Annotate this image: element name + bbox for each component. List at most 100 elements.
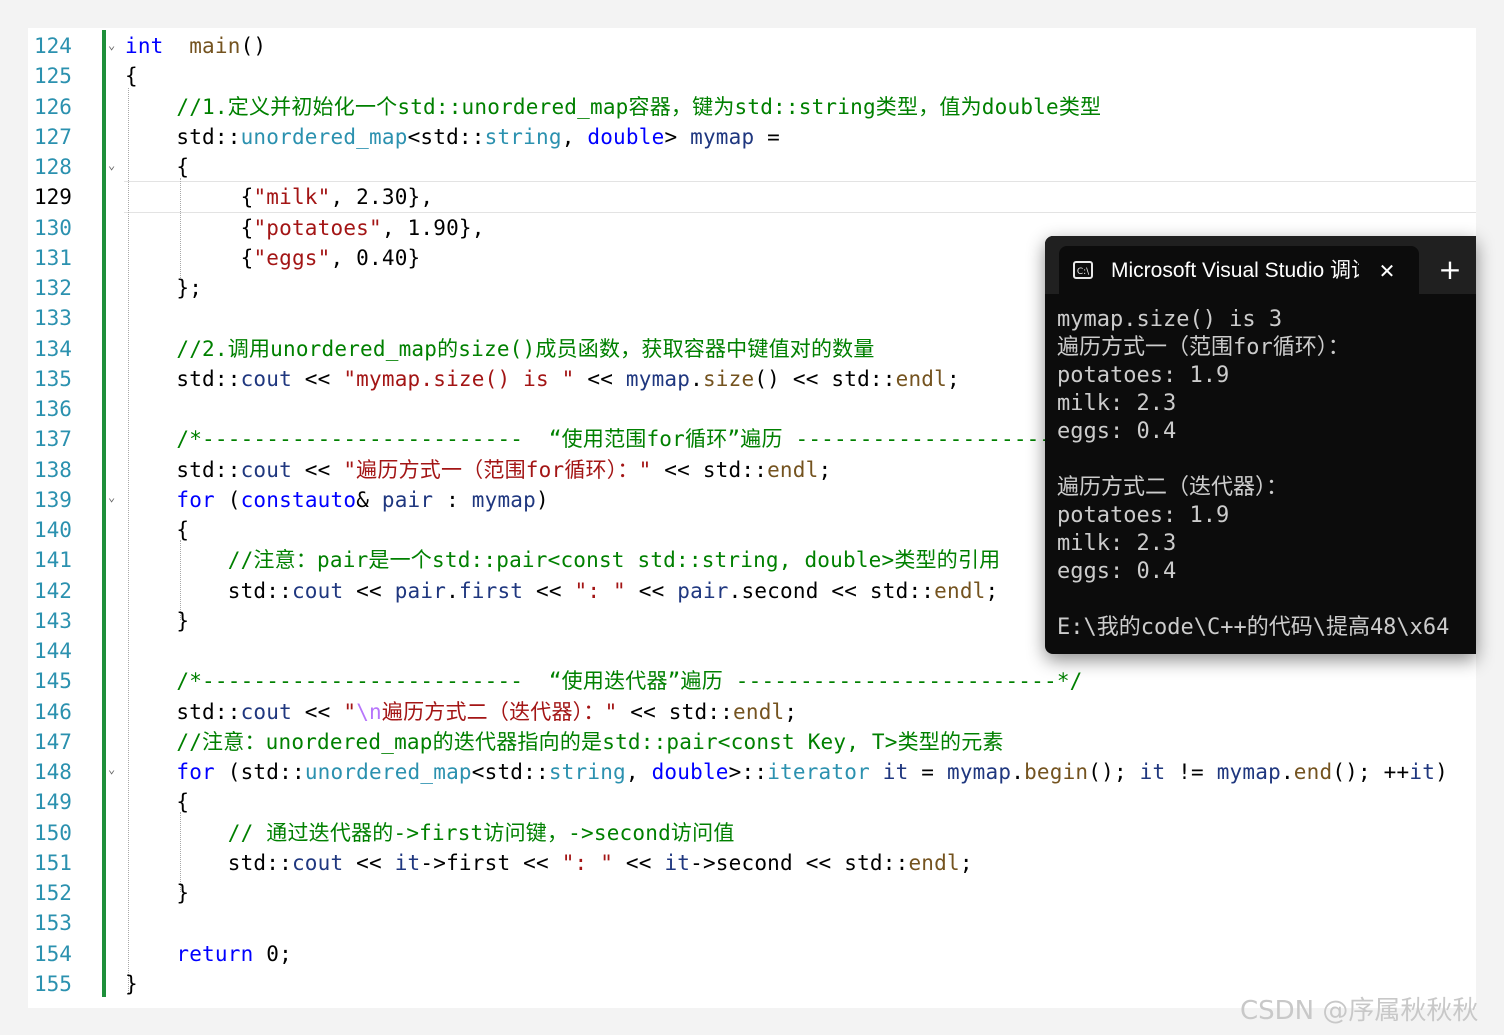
code-line[interactable]: } <box>125 878 189 908</box>
fold-chevron-icon[interactable]: ⌄ <box>108 30 120 60</box>
code-token: ) <box>1435 760 1448 784</box>
code-token: main <box>189 34 241 58</box>
fold-chevron-icon[interactable]: ⌄ <box>108 482 120 512</box>
line-number: 142 <box>34 578 72 603</box>
code-token: = <box>754 124 781 149</box>
code-token: } <box>125 608 190 633</box>
code-token: ; <box>985 578 999 603</box>
code-token: << <box>523 578 575 603</box>
fold-chevron-icon[interactable]: ⌄ <box>108 754 120 784</box>
line-number: 154 <box>34 941 72 966</box>
code-line[interactable]: // 通过迭代器的->first访问键，->second访问值 <box>125 818 735 848</box>
code-token: mymap <box>625 366 691 391</box>
code-token: { <box>125 64 138 89</box>
console-titlebar: C:\ Microsoft Visual Studio 调试控制台 ✕ + <box>1045 236 1476 294</box>
code-token: std:: <box>125 124 241 149</box>
line-number: 141 <box>34 548 72 573</box>
code-token: endl <box>908 850 960 875</box>
code-token: (std:: <box>214 760 305 784</box>
code-token: ; <box>947 366 960 391</box>
debug-console-window[interactable]: C:\ Microsoft Visual Studio 调试控制台 ✕ + my… <box>1045 236 1476 654</box>
code-token: cout <box>291 850 344 875</box>
code-line[interactable]: std::cout << pair.first << ": " << pair.… <box>125 576 998 606</box>
console-output-line: 遍历方式一（范围for循环）： <box>1057 335 1350 360</box>
line-number: 129 <box>34 185 72 210</box>
code-line[interactable]: return 0; <box>125 939 292 969</box>
code-line[interactable]: //注意：pair是一个std::pair<const std::string,… <box>125 545 1000 575</box>
code-token: { <box>125 245 254 270</box>
line-number: 124 <box>34 34 72 58</box>
code-line[interactable]: { <box>125 787 189 817</box>
console-output-line: potatoes: 1.9 <box>1057 363 1230 388</box>
code-line[interactable]: int main() <box>125 31 266 61</box>
code-token: . <box>1280 760 1294 784</box>
line-number-gutter: 124 125 126 127 128 129 130 131 132 133 134 135 136 1… <box>28 28 100 1008</box>
code-token: () << std:: <box>754 366 896 391</box>
code-token: /*------------------------- “使用范围for循环”遍… <box>176 427 1143 452</box>
code-token: std:: <box>125 578 292 603</box>
code-line[interactable]: std::cout << "遍历方式一（范围for循环）：" << std::e… <box>125 455 831 485</box>
code-token: "eggs" <box>253 245 331 270</box>
line-number: 146 <box>34 699 72 724</box>
code-token: endl <box>767 457 819 482</box>
line-number: 125 <box>34 64 72 89</box>
code-line[interactable]: /*------------------------- “使用范围for循环”遍… <box>125 424 1142 454</box>
line-number: 151 <box>34 850 72 875</box>
line-number: 132 <box>34 276 72 300</box>
code-line[interactable]: { <box>125 152 189 182</box>
code-token: << std:: <box>651 457 768 482</box>
code-token: . <box>690 366 703 391</box>
code-line[interactable]: //2.调用unordered_map的size()成员函数，获取容器中键值对的… <box>125 334 875 364</box>
console-output-line: eggs: 0.4 <box>1057 419 1177 444</box>
code-line[interactable]: {"potatoes", 1.90}, <box>125 213 485 243</box>
close-tab-button[interactable]: ✕ <box>1375 256 1399 286</box>
code-token: << std:: <box>617 699 734 724</box>
code-line[interactable]: //1.定义并初始化一个std::unordered_map容器，键为std::… <box>125 92 1101 122</box>
code-token: auto <box>304 487 357 512</box>
code-line[interactable]: /*------------------------- “使用迭代器”遍历 --… <box>125 666 1083 696</box>
code-token: endl <box>895 366 947 391</box>
code-token: //注意：pair是一个std::pair<const std::string,… <box>227 548 1001 573</box>
code-line[interactable]: { <box>125 515 189 545</box>
line-number: 149 <box>34 790 72 815</box>
code-token: mymap <box>1216 760 1281 784</box>
code-token: ->first << <box>420 850 562 875</box>
console-output-line: milk: 2.3 <box>1057 531 1177 556</box>
code-token: return <box>176 941 254 966</box>
code-token: .second << std:: <box>728 578 935 603</box>
code-token: begin <box>1024 760 1089 784</box>
code-line[interactable]: std::unordered_map<std::string, double> … <box>125 122 780 152</box>
code-line[interactable]: std::cout << "mymap.size() is " << mymap… <box>125 364 960 394</box>
code-line[interactable]: } <box>125 969 138 999</box>
code-line[interactable]: {"milk", 2.30}, <box>125 182 433 212</box>
code-line[interactable]: } <box>125 606 189 636</box>
code-line[interactable]: {"eggs", 0.40} <box>125 243 421 273</box>
code-line[interactable]: //注意：unordered_map的迭代器指向的是std::pair<cons… <box>125 727 1004 757</box>
new-tab-button[interactable]: + <box>1435 254 1465 286</box>
console-output-line: potatoes: 1.9 <box>1057 503 1230 528</box>
code-token: double <box>651 760 729 784</box>
code-token: <std:: <box>471 760 549 784</box>
fold-chevron-icon[interactable]: ⌄ <box>108 150 120 180</box>
code-line[interactable]: }; <box>125 273 202 303</box>
code-token: ( <box>214 487 241 512</box>
code-token: iterator <box>767 760 870 784</box>
code-token: cout <box>240 366 292 391</box>
line-number: 148 <box>34 760 72 784</box>
code-token: cout <box>240 457 292 482</box>
code-line[interactable]: { <box>125 61 138 91</box>
line-number: 137 <box>34 427 72 452</box>
code-line[interactable]: for (std::unordered_map<std::string, dou… <box>125 757 1448 787</box>
code-line[interactable]: std::cout << it->first << ": " << it->se… <box>125 848 973 878</box>
line-number: 152 <box>34 881 72 905</box>
code-token: endl <box>733 699 785 724</box>
code-line[interactable]: for (constauto& pair : mymap) <box>125 485 549 515</box>
code-token: << <box>343 850 395 875</box>
code-line[interactable]: std::cout << "\n遍历方式二（迭代器）：" << std::end… <box>125 697 797 727</box>
code-token: first <box>458 578 524 603</box>
